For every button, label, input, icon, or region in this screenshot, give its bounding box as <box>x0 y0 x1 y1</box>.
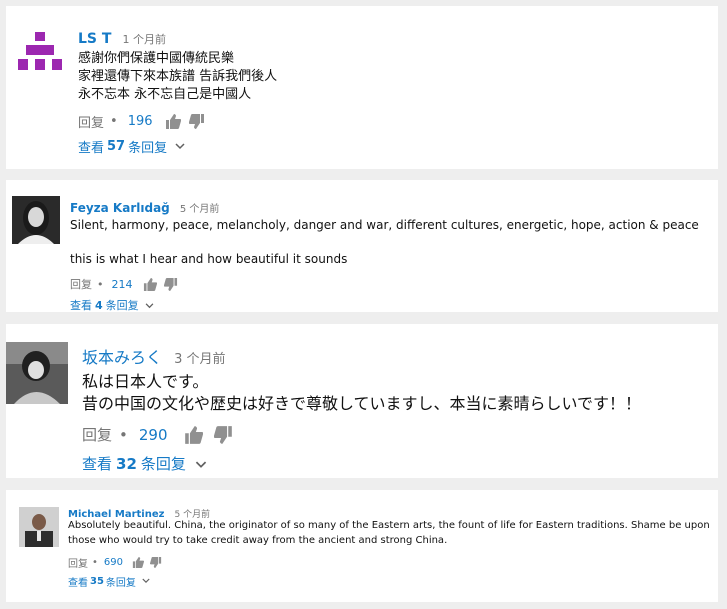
identicon-icon <box>18 32 62 70</box>
reply-button[interactable]: 回复 <box>70 276 92 292</box>
reply-count: 57 <box>107 139 126 154</box>
comment-actions: 回复 • 196 <box>78 112 205 131</box>
thumb-down-icon[interactable] <box>163 277 178 291</box>
reply-button[interactable]: 回复 <box>68 555 88 570</box>
comment-card-3: 坂本みろく 3 个月前 私は日本人です。 昔の中国の文化や歴史は好きで尊敬してい… <box>6 324 718 478</box>
portrait-icon <box>12 196 60 244</box>
comment-time[interactable]: 1 个月前 <box>123 33 167 46</box>
separator-dot: • <box>119 425 128 444</box>
separator-dot: • <box>92 557 98 568</box>
author-link[interactable]: LS T <box>78 31 111 47</box>
view-prefix: 查看 <box>78 141 105 156</box>
separator-dot: • <box>97 277 104 291</box>
comment-actions: 回复 • 290 <box>82 424 233 445</box>
view-prefix: 查看 <box>82 455 113 473</box>
chevron-down-icon <box>142 576 150 587</box>
comment-actions: 回复 • 214 <box>70 276 178 292</box>
comment-line: 感謝你們保護中國傳統民樂 <box>78 51 235 66</box>
comment-text: Absolutely beautiful. China, the origina… <box>68 518 710 548</box>
view-replies-link[interactable]: 查看 57 条回复 <box>78 137 185 156</box>
comment-header: 坂本みろく 3 个月前 <box>82 344 226 368</box>
author-link[interactable]: Feyza Karlıdağ <box>70 201 170 215</box>
view-replies-link[interactable]: 查看 35 条回复 <box>68 574 150 589</box>
portrait-icon <box>6 342 68 404</box>
thumb-up-icon[interactable] <box>165 114 181 129</box>
view-suffix: 条回复 <box>128 141 168 156</box>
comment-header: LS T 1 个月前 <box>78 28 166 47</box>
portrait-icon <box>19 507 59 547</box>
view-replies-link[interactable]: 查看 4 条回复 <box>70 297 154 313</box>
avatar[interactable] <box>19 507 59 547</box>
comment-card-1: LS T 1 个月前 感謝你們保護中國傳統民樂 家裡還傳下來本族譜 告訴我們後人… <box>6 6 718 169</box>
comment-header: Feyza Karlıdağ 5 个月前 <box>70 197 219 216</box>
like-count: 690 <box>103 557 123 568</box>
avatar[interactable] <box>12 196 60 244</box>
comment-text: 私は日本人です。 昔の中国の文化や歴史は好きで尊敬していますし、本当に素晴らしい… <box>82 371 641 415</box>
thumb-up-icon[interactable] <box>184 425 203 444</box>
chevron-down-icon <box>175 139 185 154</box>
view-suffix: 条回复 <box>105 299 139 312</box>
view-prefix: 查看 <box>70 299 92 312</box>
reply-button[interactable]: 回复 <box>78 112 104 131</box>
reply-count: 4 <box>95 298 103 312</box>
comment-actions: 回复 • 690 <box>68 555 162 570</box>
like-count: 196 <box>127 114 153 129</box>
comment-line: Silent, harmony, peace, melancholy, dang… <box>70 218 699 232</box>
comment-card-2: Feyza Karlıdağ 5 个月前 Silent, harmony, pe… <box>6 180 718 312</box>
comment-text: Silent, harmony, peace, melancholy, dang… <box>70 217 699 267</box>
identicon-avatar[interactable] <box>16 28 64 76</box>
like-count: 290 <box>138 425 168 444</box>
thumb-down-icon[interactable] <box>213 425 233 444</box>
thumb-up-icon[interactable] <box>132 557 144 568</box>
reply-count: 32 <box>116 454 137 473</box>
separator-dot: • <box>110 114 118 129</box>
thumb-down-icon[interactable] <box>150 557 162 568</box>
view-replies-link[interactable]: 查看 32 条回复 <box>82 453 207 474</box>
thumb-up-icon[interactable] <box>143 277 157 291</box>
comment-line: 家裡還傳下來本族譜 告訴我們後人 <box>78 69 278 84</box>
like-count: 214 <box>111 277 133 291</box>
reply-count: 35 <box>90 576 104 587</box>
comment-line: Absolutely beautiful. China, the origina… <box>68 520 710 531</box>
chevron-down-icon <box>195 455 207 473</box>
comment-line: 永不忘本 永不忘自己是中國人 <box>78 87 252 102</box>
author-link[interactable]: 坂本みろく <box>82 348 162 367</box>
comment-line: 私は日本人です。 <box>82 372 209 391</box>
comment-line: 昔の中国の文化や歴史は好きで尊敬していますし、本当に素晴らしいです！！ <box>82 394 642 413</box>
comment-line: those who would try to take credit away … <box>68 535 448 546</box>
view-suffix: 条回复 <box>105 578 136 589</box>
view-prefix: 查看 <box>68 578 88 589</box>
comment-text: 感謝你們保護中國傳統民樂 家裡還傳下來本族譜 告訴我們後人 永不忘本 永不忘自己… <box>78 50 277 104</box>
view-suffix: 条回复 <box>140 455 186 473</box>
comment-time[interactable]: 5 个月前 <box>180 204 220 215</box>
thumb-down-icon[interactable] <box>188 114 205 129</box>
reply-button[interactable]: 回复 <box>82 424 112 445</box>
comment-time[interactable]: 3 个月前 <box>174 352 225 367</box>
chevron-down-icon <box>145 299 154 312</box>
comment-card-4: Michael Martinez 5 个月前 Absolutely beauti… <box>6 490 718 602</box>
comment-line: this is what I hear and how beautiful it… <box>70 252 348 266</box>
avatar[interactable] <box>6 342 68 404</box>
